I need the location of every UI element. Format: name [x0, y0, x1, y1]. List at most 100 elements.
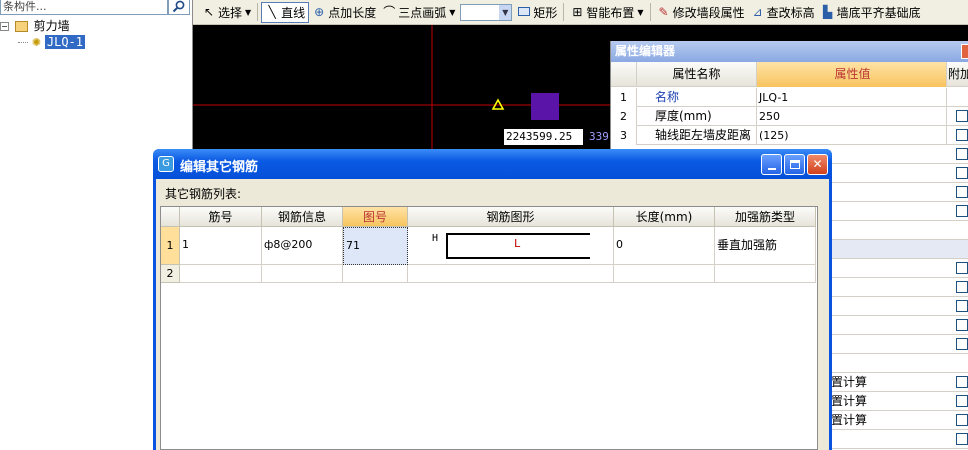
- cell-reinforce-type[interactable]: [715, 265, 816, 283]
- chevron-down-icon[interactable]: ▼: [499, 4, 512, 20]
- elevation-icon: ⊿: [752, 5, 763, 19]
- modify-wall-property-button[interactable]: ✎ 修改墙段属性: [654, 2, 748, 23]
- tree-node-shear-wall[interactable]: − 剪力墙: [0, 18, 70, 34]
- dialog-titlebar[interactable]: G 编辑其它钢筋 ✕: [153, 149, 832, 179]
- extra-checkbox[interactable]: [956, 262, 968, 274]
- property-value-cell[interactable]: JLQ-1: [757, 88, 947, 107]
- cell-rebar-info[interactable]: ф8@200: [262, 227, 343, 265]
- cell-figure-no[interactable]: [343, 265, 408, 283]
- three-point-arc-button[interactable]: ⌒ 三点画弧 ▼: [379, 2, 458, 23]
- tree-node-label: JLQ-1: [44, 35, 85, 49]
- coordinate-y-readout: 339: [589, 130, 609, 143]
- app-logo-icon: G: [158, 156, 174, 172]
- col-header-rebar-shape[interactable]: 钢筋图形: [408, 207, 614, 227]
- col-header-figure-no[interactable]: 图号: [343, 207, 408, 227]
- extra-checkbox[interactable]: [956, 110, 968, 122]
- collapse-icon[interactable]: −: [0, 22, 9, 31]
- chevron-down-icon[interactable]: ▼: [449, 8, 455, 17]
- edit-wall-icon: ✎: [658, 5, 669, 19]
- property-value-cell[interactable]: (125): [757, 126, 947, 145]
- smart-layout-icon: ⊞: [572, 5, 583, 19]
- rectangle-button[interactable]: 矩形: [514, 2, 560, 23]
- corner-header: [161, 207, 180, 227]
- toolbar-separator: [563, 3, 565, 21]
- extra-checkbox[interactable]: [956, 433, 968, 445]
- shape-h-label: H: [432, 233, 439, 244]
- extra-checkbox[interactable]: [956, 300, 968, 312]
- cell-figure-no[interactable]: 71: [343, 227, 408, 265]
- extra-checkbox[interactable]: [956, 281, 968, 293]
- toolbar-separator: [649, 3, 651, 21]
- chevron-down-icon[interactable]: ▼: [637, 8, 643, 17]
- cursor-icon: ↖: [203, 5, 215, 19]
- close-icon: ✕: [812, 157, 823, 171]
- extra-checkbox[interactable]: [956, 148, 968, 160]
- component-search-input[interactable]: 条构件...: [0, 0, 168, 15]
- point-length-button[interactable]: ⊕ 点加长度: [309, 2, 379, 23]
- property-header-row: 属性名称 属性值 附加: [611, 62, 968, 87]
- select-button[interactable]: ↖ 选择 ▼: [199, 2, 254, 23]
- property-row[interactable]: 3 轴线距左墙皮距离 (125): [611, 126, 968, 145]
- wall-block: [531, 93, 559, 120]
- point-length-icon: ⊕: [314, 5, 325, 19]
- align-wall-bottom-button[interactable]: ▙ 墙底平齐基础底: [818, 2, 924, 23]
- cell-rebar-info[interactable]: [262, 265, 343, 283]
- close-icon[interactable]: [961, 44, 968, 59]
- property-value-cell[interactable]: 250: [757, 107, 947, 126]
- toolbar-separator: [257, 3, 259, 21]
- maximize-icon: [789, 160, 800, 169]
- rebar-table: 筋号 钢筋信息 图号 钢筋图形 长度(mm) 加强筋类型 1 1 ф8@200 …: [160, 206, 818, 450]
- extra-checkbox[interactable]: [956, 167, 968, 179]
- line-type-select[interactable]: ▼: [460, 3, 513, 21]
- cell-length[interactable]: 0: [614, 227, 715, 265]
- extra-checkbox[interactable]: [956, 319, 968, 331]
- align-bottom-icon: ▙: [822, 5, 833, 19]
- extra-checkbox[interactable]: [956, 205, 968, 217]
- row-number[interactable]: 2: [161, 265, 180, 283]
- extra-checkbox[interactable]: [956, 186, 968, 198]
- edit-other-rebar-dialog: G 编辑其它钢筋 ✕ 其它钢筋列表: 筋号 钢筋信息 图号 钢筋图形 长度(mm…: [153, 149, 832, 450]
- shape-l-label: L: [514, 237, 521, 250]
- cell-rebar-shape[interactable]: H L: [408, 227, 614, 265]
- row-number[interactable]: 1: [161, 227, 180, 265]
- cell-reinforce-type[interactable]: 垂直加强筋: [715, 227, 816, 265]
- property-row[interactable]: 1 名称 JLQ-1: [611, 88, 968, 107]
- dialog-title: 编辑其它钢筋: [180, 160, 259, 175]
- col-header-length[interactable]: 长度(mm): [614, 207, 715, 227]
- close-button[interactable]: ✕: [807, 154, 828, 175]
- extra-checkbox[interactable]: [956, 129, 968, 141]
- line-icon: ╲: [268, 5, 276, 19]
- chevron-down-icon[interactable]: ▼: [245, 8, 251, 17]
- col-header-bar-no[interactable]: 筋号: [180, 207, 262, 227]
- tree-node-jlq1[interactable]: ✺ JLQ-1: [18, 34, 85, 50]
- maximize-button[interactable]: [784, 154, 805, 175]
- col-header-extra: 附加: [948, 67, 968, 81]
- draw-toolbar: ↖ 选择 ▼ ╲ 直线 ⊕ 点加长度 ⌒ 三点画弧 ▼ ▼ 矩形 ⊞ 智能布置 …: [193, 0, 968, 25]
- arc-icon: ⌒: [383, 5, 396, 19]
- tree-node-label: 剪力墙: [33, 19, 70, 33]
- property-editor-title: 属性编辑器: [611, 41, 968, 62]
- smart-layout-button[interactable]: ⊞ 智能布置 ▼: [567, 2, 646, 23]
- coordinate-x-input[interactable]: 2243599.25: [504, 129, 583, 145]
- search-icon[interactable]: [168, 0, 190, 15]
- extra-checkbox[interactable]: [956, 338, 968, 350]
- cell-rebar-shape[interactable]: [408, 265, 614, 283]
- line-button[interactable]: ╲ 直线: [261, 1, 310, 23]
- minimize-button[interactable]: [761, 154, 782, 175]
- extra-checkbox[interactable]: [956, 376, 968, 388]
- extra-checkbox[interactable]: [956, 414, 968, 426]
- component-gear-icon: ✺: [31, 36, 42, 49]
- col-header-reinforce-type[interactable]: 加强筋类型: [715, 207, 816, 227]
- cell-length[interactable]: [614, 265, 715, 283]
- extra-checkbox[interactable]: [956, 395, 968, 407]
- col-header-rebar-info[interactable]: 钢筋信息: [262, 207, 343, 227]
- property-row[interactable]: 2 厚度(mm) 250: [611, 107, 968, 126]
- col-header-name: 属性名称: [637, 62, 757, 87]
- tree-line: [18, 42, 28, 43]
- cell-bar-no[interactable]: [180, 265, 262, 283]
- minimize-icon: [767, 167, 776, 170]
- cell-bar-no[interactable]: 1: [180, 227, 262, 265]
- folder-icon: [14, 21, 28, 32]
- check-elevation-button[interactable]: ⊿ 查改标高: [748, 2, 818, 23]
- col-header-value: 属性值: [757, 62, 947, 87]
